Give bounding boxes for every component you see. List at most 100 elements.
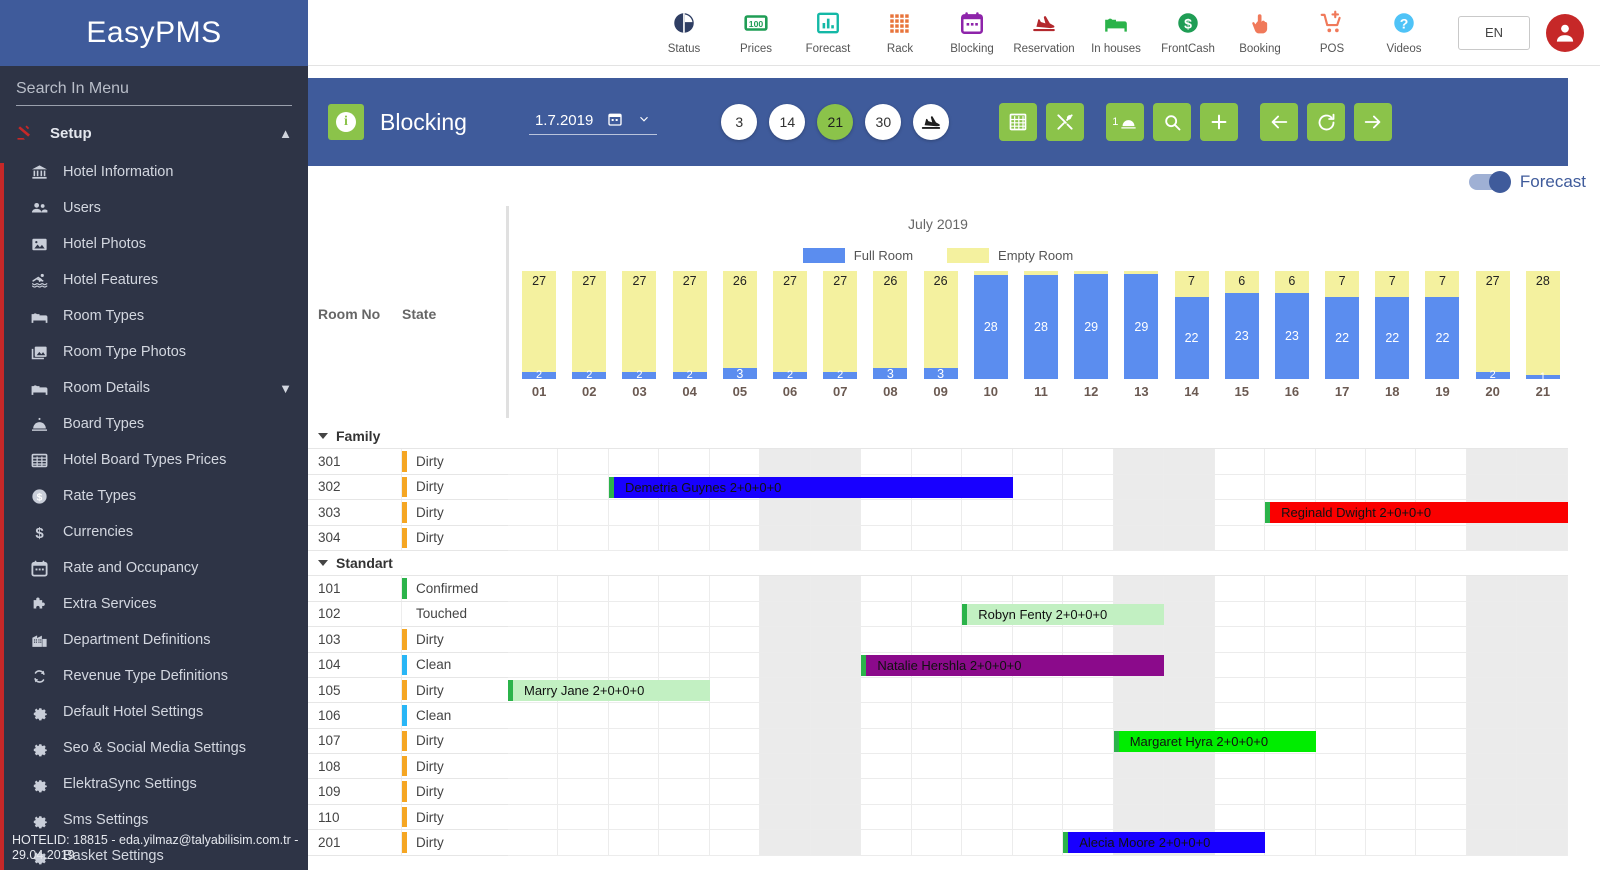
grid-cell[interactable] (1013, 830, 1063, 854)
grid-cell[interactable] (1416, 627, 1466, 651)
grid-cell[interactable] (861, 779, 911, 803)
grid-cell[interactable] (1215, 779, 1265, 803)
grid-cell[interactable] (1517, 449, 1567, 473)
grid-cell[interactable] (962, 449, 1012, 473)
grid-cell[interactable] (1013, 703, 1063, 727)
table-row[interactable]: 103Dirty (308, 627, 1568, 652)
nav-item-videos[interactable]: ?Videos (1368, 10, 1440, 55)
grid-cell[interactable] (811, 779, 861, 803)
chart-bar-column[interactable]: 2810 (966, 274, 1016, 399)
grid-cell[interactable] (1164, 627, 1214, 651)
grid-cell[interactable] (1517, 678, 1567, 702)
grid-cell[interactable] (710, 830, 760, 854)
grid-cell[interactable] (1265, 627, 1315, 651)
grid-cell[interactable] (508, 729, 558, 753)
grid-cell[interactable] (1063, 729, 1113, 753)
sidebar-section-setup[interactable]: Setup ▲ (0, 112, 308, 154)
sidebar-item-hotel-features[interactable]: Hotel Features (0, 262, 308, 298)
grid-cell[interactable] (659, 653, 709, 677)
grid-cell[interactable] (659, 830, 709, 854)
grid-cell[interactable] (1265, 830, 1315, 854)
table-row[interactable]: 109Dirty (308, 779, 1568, 804)
forecast-switch[interactable] (1469, 174, 1509, 190)
grid-cell[interactable] (1416, 779, 1466, 803)
forecast-toggle[interactable]: Forecast (1469, 172, 1586, 192)
table-row[interactable]: 104CleanNatalie Hershla 2+0+0+0 (308, 653, 1568, 678)
chart-bar-column[interactable]: 72219 (1417, 274, 1467, 399)
grid-cell[interactable] (1316, 526, 1366, 550)
grid-cell[interactable] (1114, 678, 1164, 702)
nav-item-prices[interactable]: 100Prices (720, 10, 792, 55)
grid-cell[interactable] (609, 703, 659, 727)
grid-cell[interactable] (1265, 754, 1315, 778)
grid-cell[interactable] (962, 754, 1012, 778)
chart-bar-column[interactable]: 26308 (865, 274, 915, 399)
grid-cell[interactable] (861, 703, 911, 727)
grid-cell[interactable] (508, 475, 558, 499)
grid-cell[interactable] (1164, 678, 1214, 702)
grid-cell[interactable] (1063, 500, 1113, 524)
grid-cell[interactable] (1517, 779, 1567, 803)
grid-cell[interactable] (508, 576, 558, 600)
table-row[interactable]: 102TouchedRobyn Fenty 2+0+0+0 (308, 602, 1568, 627)
grid-cell[interactable] (811, 830, 861, 854)
grid-cell[interactable] (861, 449, 911, 473)
grid-cell[interactable] (1517, 703, 1567, 727)
grid-cell[interactable] (710, 526, 760, 550)
grid-cell[interactable] (558, 500, 608, 524)
grid-cell[interactable] (912, 779, 962, 803)
grid-cell[interactable] (609, 526, 659, 550)
grid-cell[interactable] (1265, 653, 1315, 677)
sidebar-item-extra-services[interactable]: Extra Services (0, 586, 308, 622)
grid-cell[interactable] (710, 602, 760, 626)
grid-cell[interactable] (558, 627, 608, 651)
sidebar-item-room-details[interactable]: Room Details▼ (0, 370, 308, 406)
chart-bar-column[interactable]: 26305 (715, 274, 765, 399)
grid-cell[interactable] (659, 602, 709, 626)
grid-cell[interactable] (1164, 449, 1214, 473)
group-header[interactable]: Standart (308, 551, 508, 576)
grid-cell[interactable] (1114, 475, 1164, 499)
grid-cell[interactable] (1265, 526, 1315, 550)
date-picker[interactable]: 1.7.2019 (529, 109, 657, 135)
chart-bar-column[interactable]: 62316 (1267, 274, 1317, 399)
grid-cell[interactable] (1013, 576, 1063, 600)
table-row[interactable]: 101Confirmed (308, 576, 1568, 601)
grid-cell[interactable] (760, 830, 810, 854)
group-header[interactable]: Family (308, 424, 508, 449)
sidebar-item-currencies[interactable]: $Currencies (0, 514, 308, 550)
grid-cell[interactable] (1467, 449, 1517, 473)
grid-cell[interactable] (962, 526, 1012, 550)
grid-cell[interactable] (861, 754, 911, 778)
reservation-bar[interactable]: Reginald Dwight 2+0+0+0 (1265, 502, 1568, 523)
grid-cell[interactable] (1517, 526, 1567, 550)
grid-cell[interactable] (1013, 526, 1063, 550)
grid-cell[interactable] (1164, 500, 1214, 524)
table-row[interactable]: 201DirtyAlecia Moore 2+0+0+0 (308, 830, 1568, 855)
grid-cell[interactable] (1063, 526, 1113, 550)
grid-cell[interactable] (558, 526, 608, 550)
grid-cell[interactable] (710, 805, 760, 829)
grid-cell[interactable] (1013, 449, 1063, 473)
grid-cell[interactable] (1316, 830, 1366, 854)
grid-cell[interactable] (558, 576, 608, 600)
grid-cell[interactable] (710, 754, 760, 778)
nav-item-rack[interactable]: Rack (864, 10, 936, 55)
grid-cell[interactable] (912, 576, 962, 600)
grid-cell[interactable] (811, 754, 861, 778)
grid-cell[interactable] (760, 576, 810, 600)
grid-cell[interactable] (1517, 653, 1567, 677)
language-selector[interactable]: EN (1458, 16, 1530, 50)
prev-button[interactable] (1260, 103, 1298, 141)
grid-cell[interactable] (1114, 805, 1164, 829)
chart-bar-column[interactable]: 2811 (1016, 274, 1066, 399)
next-button[interactable] (1354, 103, 1392, 141)
grid-cell[interactable] (811, 703, 861, 727)
grid-cell[interactable] (1467, 703, 1517, 727)
grid-cell[interactable] (710, 678, 760, 702)
chevron-down-icon[interactable] (637, 112, 651, 129)
table-row[interactable]: 107DirtyMargaret Hyra 2+0+0+0 (308, 729, 1568, 754)
grid-cell[interactable] (710, 779, 760, 803)
grid-cell[interactable] (760, 627, 810, 651)
grid-cell[interactable] (1366, 805, 1416, 829)
